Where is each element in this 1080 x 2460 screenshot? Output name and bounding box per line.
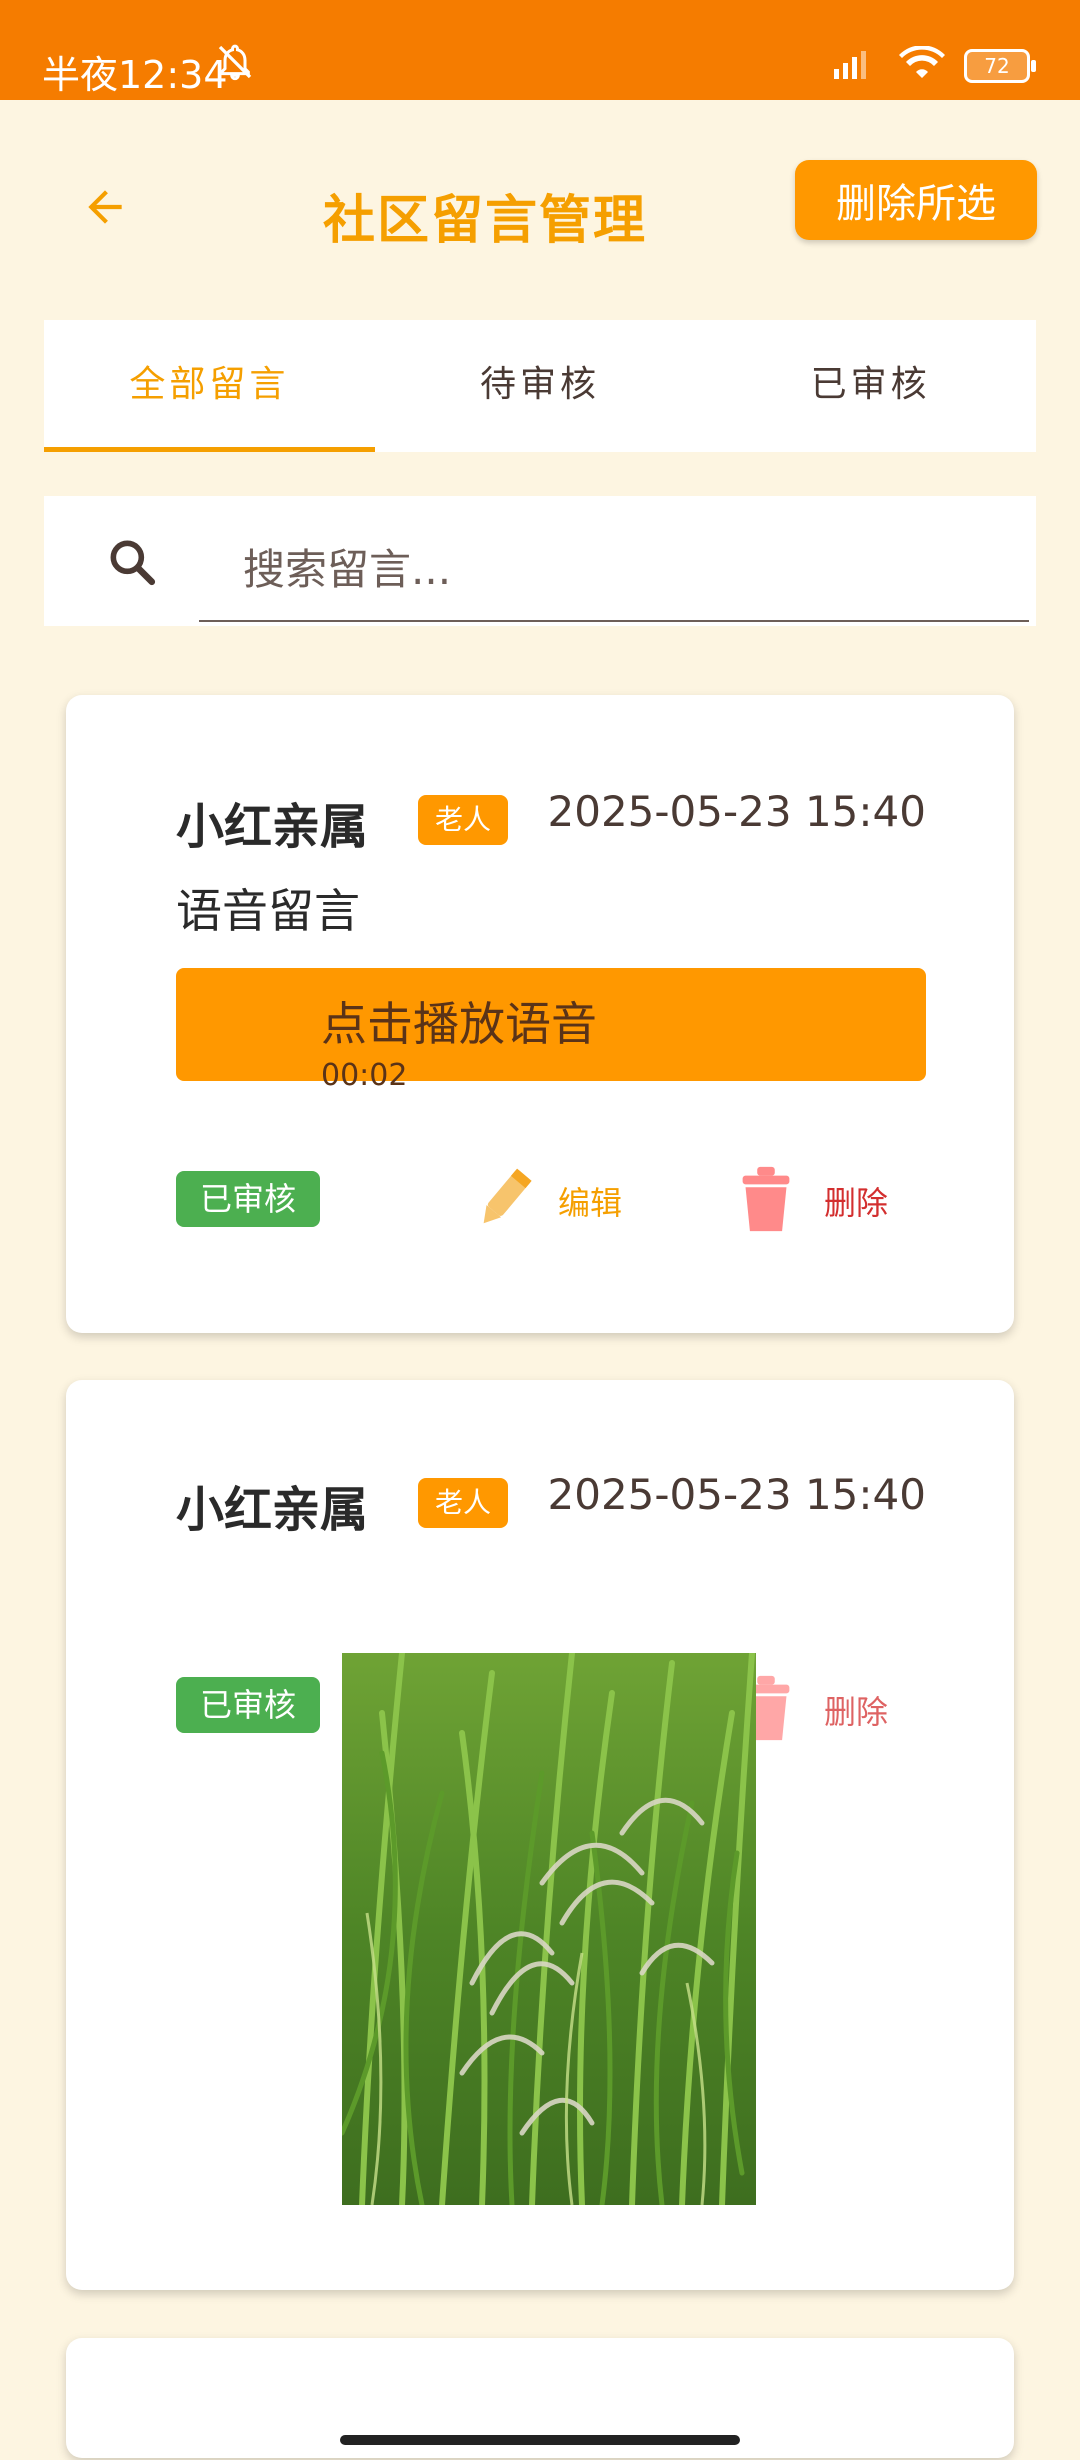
status-icons: 72 [830,45,1036,86]
delete-button[interactable]: 删除 [736,1161,888,1241]
search-input[interactable] [199,518,1029,622]
signal-icon [830,47,880,85]
tab-pending-review[interactable]: 待审核 [375,320,706,452]
pencil-icon [466,1161,542,1241]
search-bar [44,496,1036,626]
edit-label: 编辑 [558,1184,623,1222]
role-badge: 老人 [418,795,508,845]
home-indicator[interactable] [340,2435,740,2445]
author-name: 小红亲属 [176,1482,369,1538]
battery-icon: 72 [964,49,1036,83]
status-badge: 已审核 [176,1677,320,1733]
delete-label: 删除 [824,1693,889,1731]
play-voice-button[interactable]: 点击播放语音 00:02 [176,968,926,1093]
wifi-icon [898,45,946,86]
message-time: 2025-05-23 15:40 [547,787,926,836]
delete-label: 删除 [824,1184,889,1222]
tab-reviewed[interactable]: 已审核 [705,320,1036,452]
message-type-label: 语音留言 [176,884,360,938]
delete-selected-button[interactable]: 删除所选 [795,160,1037,240]
app-header: 社区留言管理 删除所选 [0,100,1080,315]
trash-icon [736,1161,796,1241]
play-voice-label: 点击播放语音 [321,997,597,1051]
tab-all-messages[interactable]: 全部留言 [44,320,375,452]
role-badge: 老人 [418,1478,508,1528]
message-photo[interactable] [342,1653,756,2205]
status-time: 半夜12:34 [42,53,228,97]
status-bar: 半夜12:34 72 [0,0,1080,100]
author-name: 小红亲属 [176,799,369,855]
delete-button[interactable]: 删除 [736,1670,888,1750]
message-time: 2025-05-23 15:40 [547,1470,926,1519]
edit-button[interactable]: 编辑 [466,1161,622,1241]
search-icon [104,534,160,594]
message-card[interactable]: 小红亲属 老人 2025-05-23 15:40 语音留言 点击播放语音 00:… [66,695,1014,1333]
filter-tabs: 全部留言 待审核 已审核 [44,320,1036,452]
status-badge: 已审核 [176,1171,320,1227]
bell-off-icon [215,42,255,86]
message-card[interactable]: 小红亲属 老人 2025-05-23 15:40 已审核 编辑 删除 [66,1380,1014,2290]
voice-duration: 00:02 [321,1058,408,1093]
